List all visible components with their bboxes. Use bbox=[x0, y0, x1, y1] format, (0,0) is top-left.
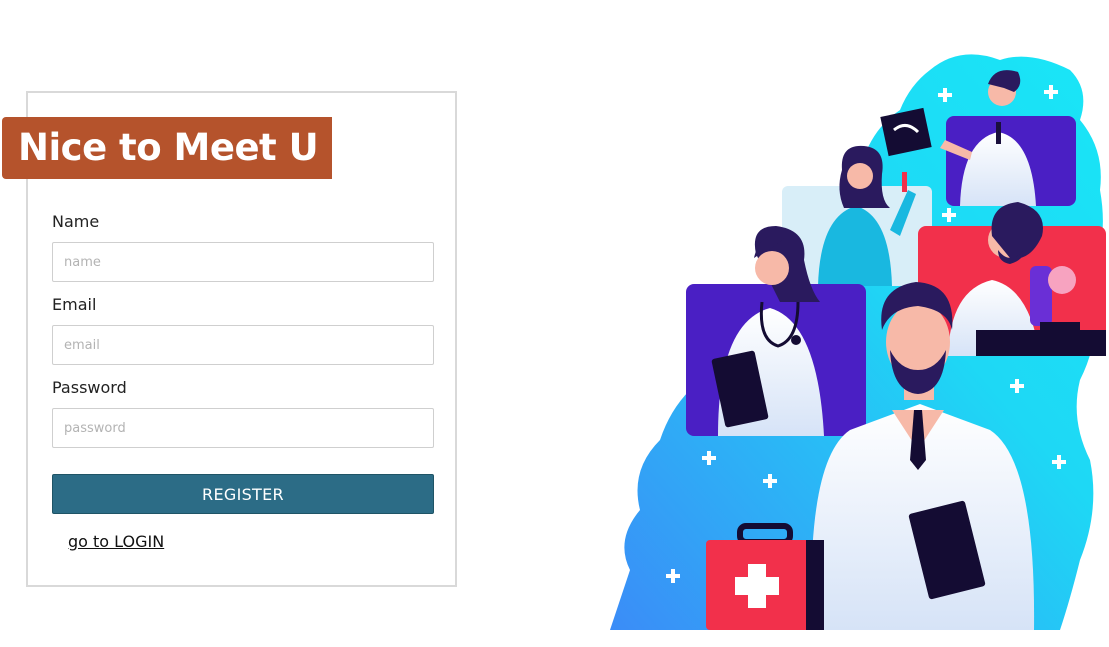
password-input[interactable] bbox=[52, 408, 434, 448]
lab-bench bbox=[976, 330, 1106, 356]
medical-staff-illustration bbox=[610, 54, 1106, 630]
name-input[interactable] bbox=[52, 242, 434, 282]
register-page: Nice to Meet U Name Email Password REGIS… bbox=[0, 0, 1109, 647]
name-label: Name bbox=[52, 212, 100, 231]
login-link[interactable]: go to LOGIN bbox=[68, 532, 164, 551]
page-title: Nice to Meet U bbox=[2, 117, 332, 179]
email-label: Email bbox=[52, 295, 97, 314]
first-aid-kit-icon bbox=[706, 523, 824, 630]
password-label: Password bbox=[52, 378, 127, 397]
email-input[interactable] bbox=[52, 325, 434, 365]
register-button[interactable]: REGISTER bbox=[52, 474, 434, 514]
